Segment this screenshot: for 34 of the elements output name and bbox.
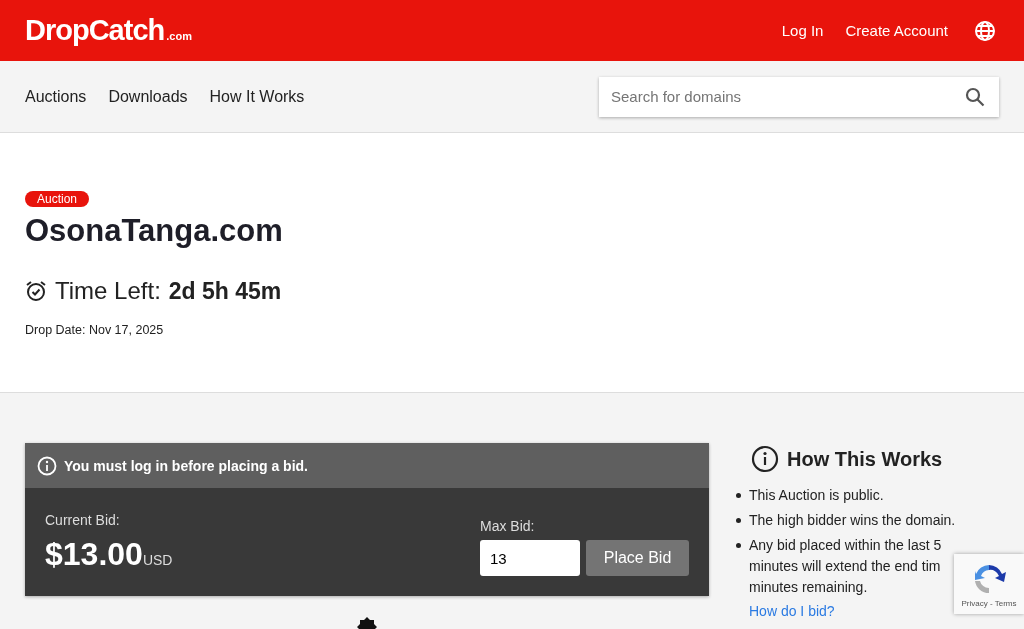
header-link[interactable]: Create Account [845, 22, 948, 39]
drop-date: Drop Date: Nov 17, 2025 [25, 323, 165, 337]
search-input[interactable]: Search for domains [609, 87, 965, 106]
bullet-icon [736, 518, 741, 523]
notice-text: You must log in before placing a bid. [64, 457, 308, 474]
auction-badge: Auction [25, 191, 90, 207]
globe-icon[interactable] [974, 19, 996, 42]
list-item-text: The high bidder wins the domain. [749, 511, 956, 530]
recaptcha-links[interactable]: Privacy - Terms [961, 598, 1017, 608]
nav-link[interactable]: How It Works [209, 87, 305, 106]
help-link[interactable]: How do I bid? [749, 603, 835, 619]
nav-link[interactable]: Downloads [108, 87, 188, 106]
list-item-text: This Auction is public. [749, 486, 884, 505]
nav-link[interactable]: Auctions [25, 87, 87, 106]
info-icon [37, 455, 57, 476]
current-bid-label: Current Bid: [45, 512, 121, 528]
logo[interactable]: DropCatch.com [25, 14, 192, 47]
how-it-works-heading: How This Works [787, 447, 943, 471]
max-bid-input[interactable]: 13 [480, 540, 580, 576]
header-link[interactable]: Log In [781, 22, 824, 39]
time-left-label: Time Left: [55, 277, 161, 305]
currency-code: USD [142, 552, 173, 568]
alarm-clock-icon [25, 280, 47, 302]
search-field[interactable]: Search for domains [599, 76, 999, 117]
time-left-value: 2d 5h 45m [168, 277, 282, 305]
list-item-text: Any bid placed within the last 5 minutes will extend the end tim minutes remaining. [749, 536, 942, 597]
bullet-icon [736, 543, 741, 548]
current-bid-amount: $13.00 [45, 536, 143, 573]
search-icon[interactable] [965, 86, 985, 107]
bullet-icon [736, 493, 741, 498]
domain-name: OsonaTanga.com [25, 213, 284, 249]
info-icon [751, 445, 779, 473]
max-bid-label: Max Bid: [480, 518, 536, 534]
place-bid-button[interactable]: Place Bid [586, 540, 689, 576]
